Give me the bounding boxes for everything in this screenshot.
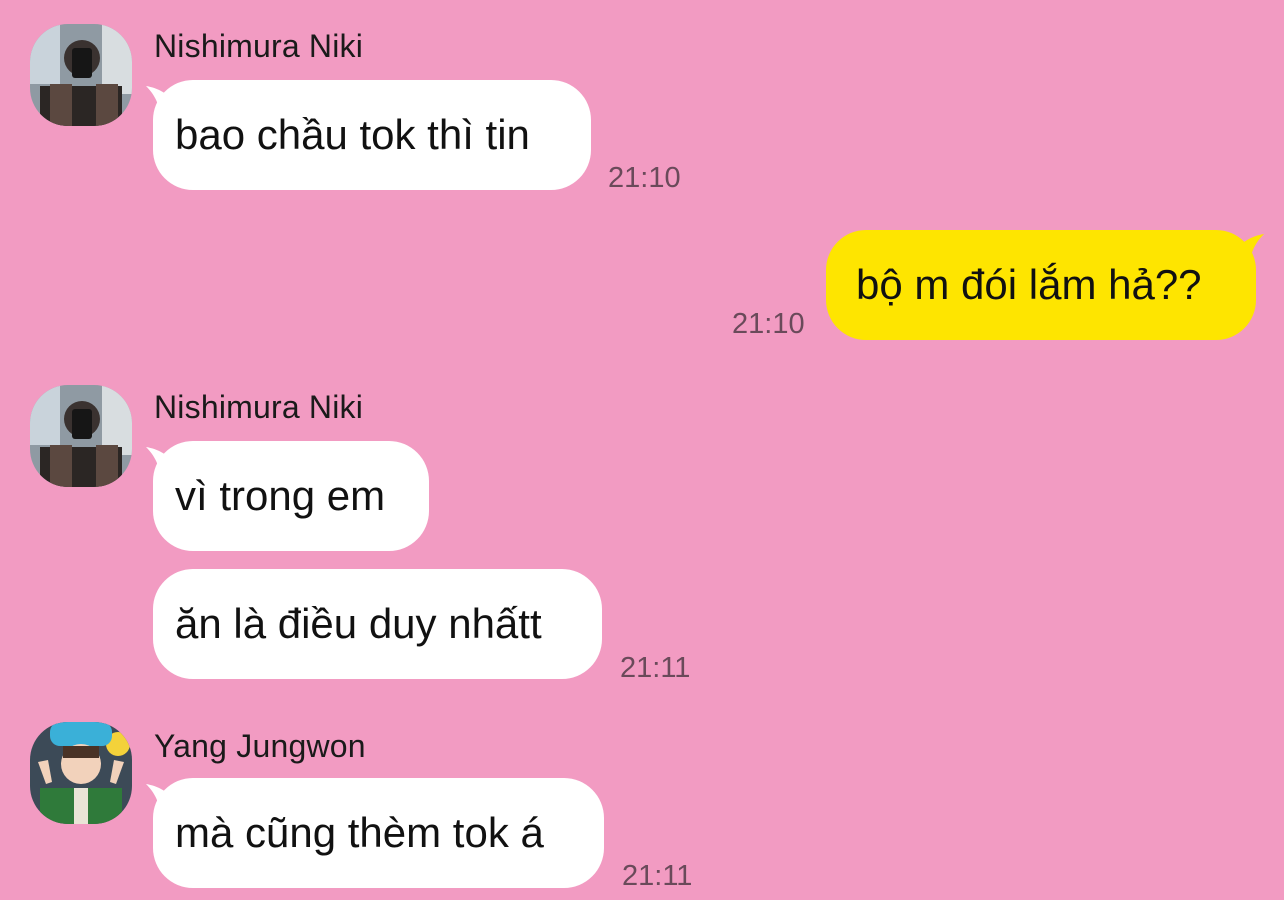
message-text: mà cũng thèm tok á [175, 809, 544, 856]
message-timestamp: 21:11 [620, 652, 691, 684]
message-bubble-incoming[interactable]: bao chầu tok thì tin [153, 80, 591, 190]
message-text: ăn là điều duy nhấtt [175, 600, 542, 647]
message-bubble-outgoing[interactable]: bộ m đói lắm hả?? [826, 230, 1256, 340]
message-bubble-incoming[interactable]: vì trong em [153, 441, 429, 551]
avatar-yang-jungwon[interactable] [30, 722, 132, 824]
bubble-tail [1234, 234, 1264, 266]
avatar-nishimura-niki[interactable] [30, 385, 132, 487]
message-text: vì trong em [175, 472, 386, 519]
message-timestamp: 21:11 [622, 860, 693, 892]
message-text: bao chầu tok thì tin [175, 111, 530, 158]
sender-name: Nishimura Niki [154, 28, 364, 64]
message-text: bộ m đói lắm hả?? [856, 261, 1202, 308]
sender-name: Yang Jungwon [154, 728, 366, 764]
chat-view[interactable]: Nishimura Niki bao chầu tok thì tin 21:1… [0, 0, 1284, 900]
message-timestamp: 21:10 [732, 308, 805, 340]
sender-name: Nishimura Niki [154, 389, 364, 425]
avatar-nishimura-niki[interactable] [30, 24, 132, 126]
message-timestamp: 21:10 [608, 162, 681, 194]
message-bubble-incoming[interactable]: ăn là điều duy nhấtt [153, 569, 602, 679]
message-bubble-incoming[interactable]: mà cũng thèm tok á [153, 778, 604, 888]
